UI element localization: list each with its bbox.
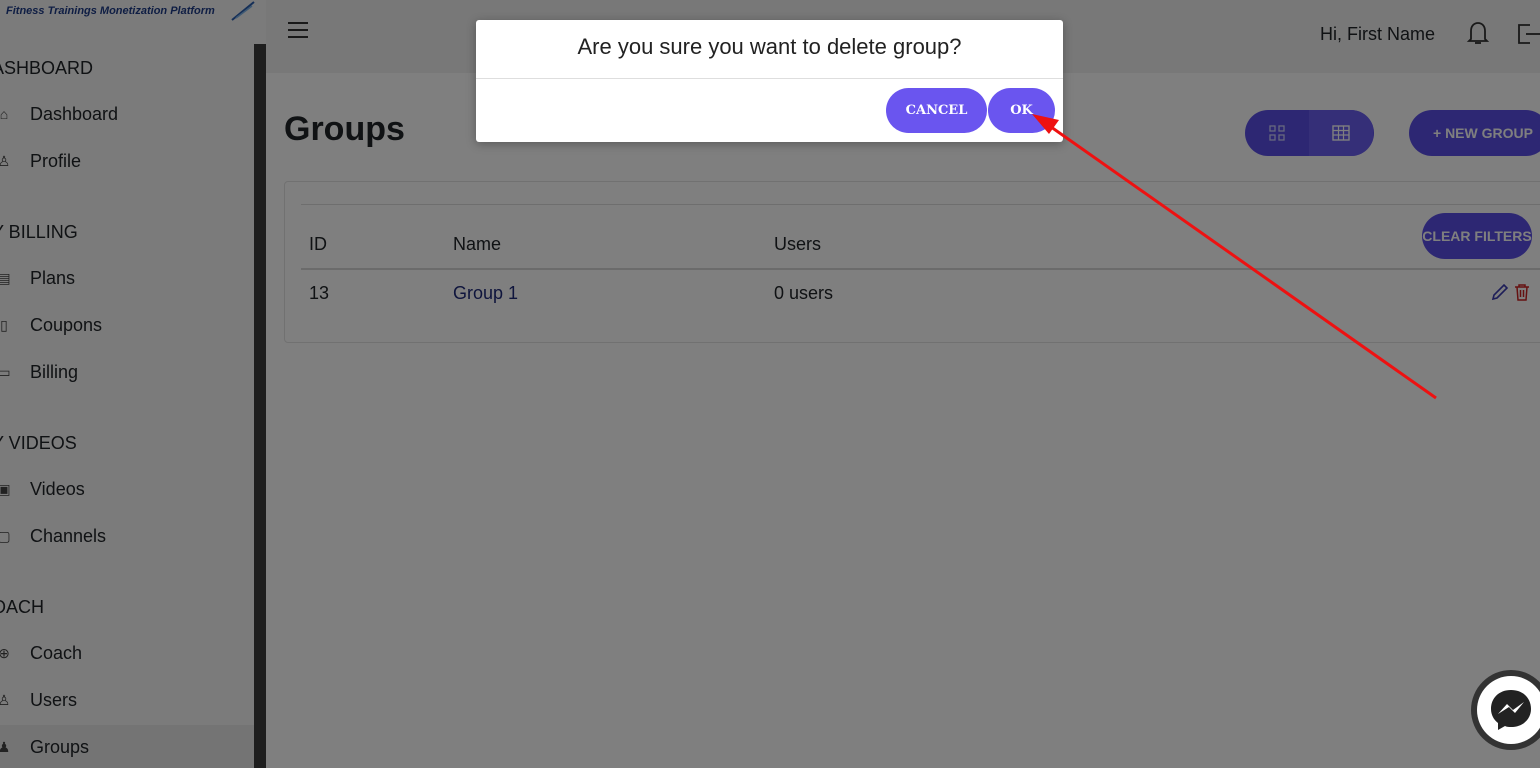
dialog-message: Are you sure you want to delete group? bbox=[577, 34, 962, 59]
ok-button[interactable]: OK bbox=[988, 88, 1055, 133]
messenger-icon bbox=[1491, 690, 1531, 730]
messenger-chat-button[interactable] bbox=[1477, 676, 1540, 744]
cancel-button[interactable]: CANCEL bbox=[886, 88, 987, 133]
divider bbox=[476, 78, 1063, 79]
delete-confirm-dialog: Are you sure you want to delete group? C… bbox=[476, 20, 1063, 142]
